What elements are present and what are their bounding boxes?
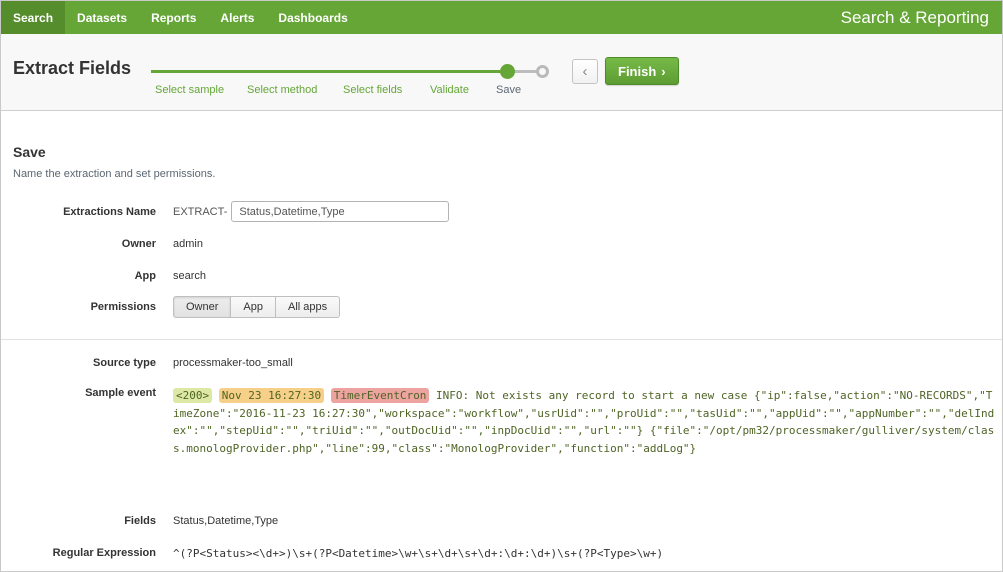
app-label: App [1, 270, 156, 282]
nav-item-datasets[interactable]: Datasets [65, 1, 139, 34]
extraction-name-input[interactable] [231, 201, 449, 222]
stepper-current-dot [500, 64, 515, 79]
sample-event-row: Sample event <200> Nov 23 16:27:30 Timer… [1, 387, 1003, 457]
top-nav: Search Datasets Reports Alerts Dashboard… [1, 1, 1002, 34]
regex-value: ^(?P<Status><\d+>)\s+(?P<Datetime>\w+\s+… [173, 547, 663, 560]
nav-item-reports[interactable]: Reports [139, 1, 208, 34]
step-select-sample[interactable]: Select sample [155, 84, 224, 96]
finish-button-label: Finish [618, 64, 656, 79]
highlight-status-field: <200> [173, 388, 212, 403]
regex-row: Regular Expression ^(?P<Status><\d+>)\s+(… [1, 547, 1003, 560]
section-subtitle: Name the extraction and set permissions. [13, 168, 215, 180]
permissions-all-apps-button[interactable]: All apps [276, 296, 340, 318]
extract-fields-page: Search Datasets Reports Alerts Dashboard… [0, 0, 1003, 572]
fields-label: Fields [1, 515, 156, 527]
stepper-track-complete [151, 70, 508, 73]
extraction-name-prefix: EXTRACT- [173, 206, 227, 218]
owner-value: admin [173, 238, 203, 250]
permissions-button-group: Owner App All apps [173, 296, 340, 318]
sample-event-text: <200> Nov 23 16:27:30 TimerEventCron INF… [173, 388, 994, 455]
step-save: Save [496, 84, 521, 96]
source-type-row: Source type processmaker-too_small [1, 357, 1003, 369]
app-row: App search [1, 270, 1003, 282]
regex-label: Regular Expression [1, 547, 156, 559]
step-validate[interactable]: Validate [430, 84, 469, 96]
finish-button[interactable]: Finish [605, 57, 679, 85]
app-title: Search & Reporting [841, 1, 1002, 34]
app-value: search [173, 270, 206, 282]
permissions-owner-button[interactable]: Owner [173, 296, 231, 318]
owner-label: Owner [1, 238, 156, 250]
nav-item-search[interactable]: Search [1, 1, 65, 34]
highlight-type-field: TimerEventCron [331, 388, 430, 403]
nav-item-dashboards[interactable]: Dashboards [266, 1, 359, 34]
stepper-end-dot [536, 65, 549, 78]
owner-row: Owner admin [1, 238, 1003, 250]
sample-event-label: Sample event [1, 387, 156, 399]
permissions-row: Permissions Owner App All apps [1, 296, 1003, 318]
permissions-label: Permissions [1, 296, 156, 313]
fields-value: Status,Datetime,Type [173, 515, 278, 527]
step-select-fields[interactable]: Select fields [343, 84, 402, 96]
fields-row: Fields Status,Datetime,Type [1, 515, 1003, 527]
source-type-label: Source type [1, 357, 156, 369]
permissions-app-button[interactable]: App [231, 296, 276, 318]
section-divider [1, 339, 1002, 340]
page-header: Extract Fields Select sample Select meth… [1, 34, 1002, 111]
progress-stepper: Select sample Select method Select field… [151, 51, 551, 106]
extractions-name-label: Extractions Name [1, 201, 156, 218]
page-title: Extract Fields [13, 58, 131, 79]
section-title: Save [13, 144, 46, 160]
nav-item-alerts[interactable]: Alerts [208, 1, 266, 34]
back-button[interactable] [572, 59, 598, 84]
extractions-name-row: Extractions Name EXTRACT- [1, 201, 1003, 222]
source-type-value: processmaker-too_small [173, 357, 293, 369]
chevron-right-icon [656, 64, 665, 79]
chevron-left-icon [583, 63, 588, 80]
step-select-method[interactable]: Select method [247, 84, 317, 96]
highlight-datetime-field: Nov 23 16:27:30 [219, 388, 324, 403]
